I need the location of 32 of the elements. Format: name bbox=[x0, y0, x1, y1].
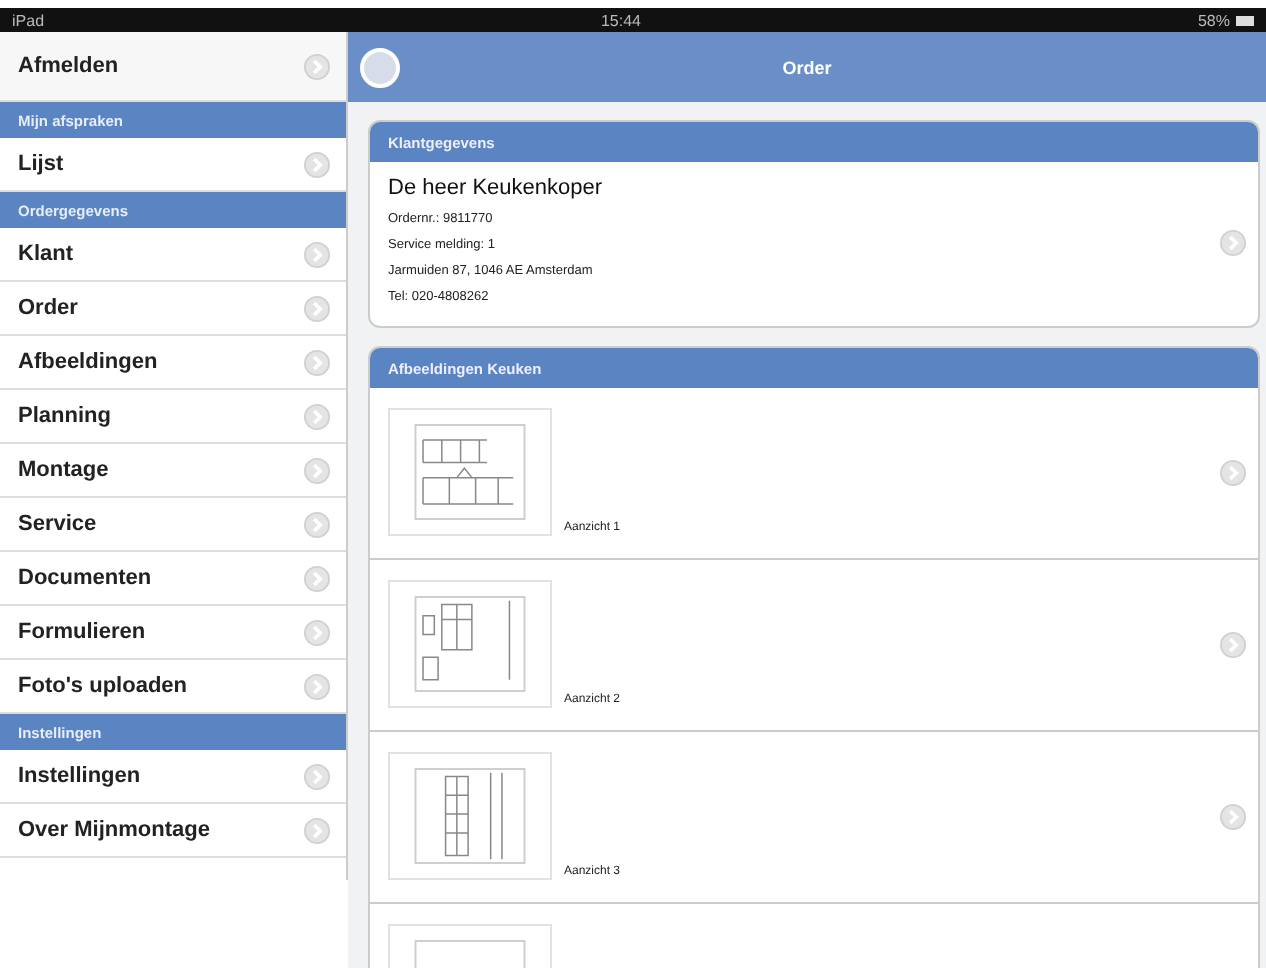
battery-percentage: 58% bbox=[1197, 11, 1230, 29]
page-title: Order bbox=[780, 57, 834, 77]
menu-item[interactable]: Planning bbox=[0, 390, 346, 444]
chevron-icon bbox=[304, 295, 330, 321]
menu-item[interactable]: Instellingen bbox=[0, 750, 346, 804]
logout-button[interactable]: Afmelden bbox=[0, 32, 346, 102]
back-button[interactable] bbox=[360, 47, 400, 87]
chevron-icon bbox=[304, 151, 330, 177]
menu-item[interactable]: Documenten bbox=[0, 552, 346, 606]
chevron-icon bbox=[304, 511, 330, 537]
menu-item[interactable]: Order bbox=[0, 282, 346, 336]
chevron-icon bbox=[304, 241, 330, 267]
chevron-icon bbox=[304, 619, 330, 645]
chevron-icon bbox=[304, 565, 330, 591]
menu-item[interactable]: Montage bbox=[0, 444, 346, 498]
menu-item[interactable]: Afbeeldingen bbox=[0, 336, 346, 390]
device-name: iPad bbox=[12, 11, 45, 29]
menu-item[interactable]: Formulieren bbox=[0, 606, 346, 660]
chevron-icon bbox=[304, 457, 330, 483]
chevron-icon bbox=[304, 763, 330, 789]
customer-name: De heer Keukenkoper bbox=[388, 176, 603, 200]
chevron-icon bbox=[304, 673, 330, 699]
chevron-icon bbox=[304, 53, 330, 79]
chevron-icon bbox=[304, 349, 330, 375]
battery-icon bbox=[1236, 15, 1254, 25]
menu-item[interactable]: Service bbox=[0, 498, 346, 552]
chevron-icon bbox=[304, 403, 330, 429]
clock: 15:44 bbox=[600, 11, 642, 29]
chevron-icon bbox=[1220, 230, 1246, 256]
chevron-icon bbox=[304, 817, 330, 843]
menu-item[interactable]: Klant bbox=[0, 228, 346, 282]
menu-item[interactable]: Over Mijnmontage bbox=[0, 804, 346, 858]
